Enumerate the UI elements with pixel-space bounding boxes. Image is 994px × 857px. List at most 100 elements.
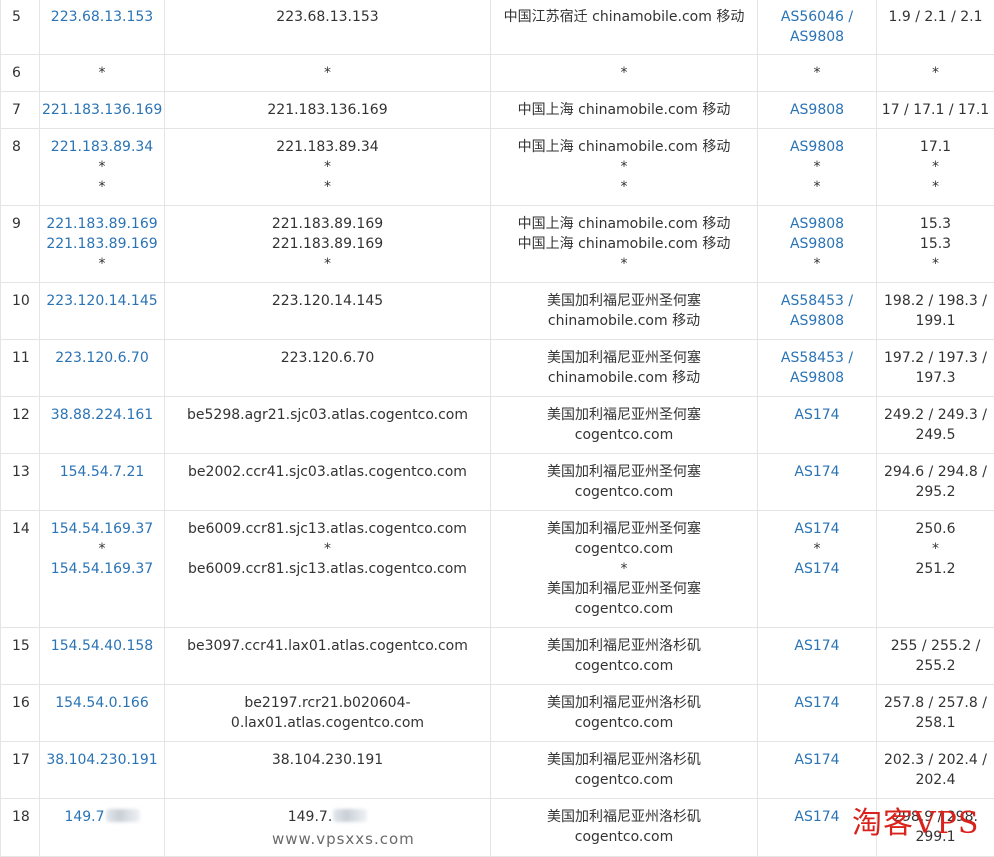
hop-ip-link[interactable]: 154.54.0.166 <box>42 693 162 713</box>
hop-asn-link[interactable]: AS9808 <box>760 27 874 47</box>
hop-location-cell: 美国加利福尼亚州圣何塞cogentco.com <box>491 454 758 511</box>
hop-asn-link[interactable]: AS174 <box>760 519 874 539</box>
hop-asn-link[interactable]: AS56046 / <box>760 7 874 27</box>
hop-latency-cell: 249.2 / 249.3 /249.5 <box>877 397 994 454</box>
hop-hostname-cell: 221.183.89.34** <box>165 129 491 206</box>
hop-ip-link[interactable]: 223.68.13.153 <box>42 7 162 27</box>
hop-latency-text: 198.2 / 198.3 / <box>879 291 992 311</box>
hop-latency-cell: 15.315.3* <box>877 206 994 283</box>
hop-ip-link[interactable]: 221.183.89.169 <box>42 214 162 234</box>
hop-ip-link[interactable]: 149.7 <box>64 809 104 825</box>
hop-asn-link[interactable]: AS174 <box>760 693 874 713</box>
hop-asn-link[interactable]: AS9808 <box>760 137 874 157</box>
hop-asn-text: * <box>760 157 874 177</box>
table-row: 7221.183.136.169221.183.136.169中国上海 chin… <box>1 92 994 129</box>
traceroute-table-body: 5223.68.13.153223.68.13.153中国江苏宿迁 chinam… <box>1 0 994 857</box>
hop-hostname-text: * <box>167 157 488 177</box>
hop-hostname-cell: 223.120.14.145 <box>165 283 491 340</box>
traceroute-table: 5223.68.13.153223.68.13.153中国江苏宿迁 chinam… <box>0 0 994 857</box>
table-row: 13154.54.7.21be2002.ccr41.sjc03.atlas.co… <box>1 454 994 511</box>
hop-ip-link[interactable]: 221.183.89.34 <box>42 137 162 157</box>
hop-location-text: 美国加利福尼亚州洛杉矶 <box>493 750 755 770</box>
hop-asn-link[interactable]: AS9808 <box>760 100 874 120</box>
hop-asn-link[interactable]: AS9808 <box>760 234 874 254</box>
hop-ip-link[interactable]: 38.104.230.191 <box>42 750 162 770</box>
hop-latency-cell: 250.6*251.2 <box>877 511 994 628</box>
hop-latency-text: 197.2 / 197.3 / <box>879 348 992 368</box>
hop-asn-cell: AS174 <box>758 454 877 511</box>
hop-asn-cell: AS174 <box>758 397 877 454</box>
hop-ip-cell: 154.54.40.158 <box>40 628 165 685</box>
table-row: 1238.88.224.161be5298.agr21.sjc03.atlas.… <box>1 397 994 454</box>
hop-ip-link[interactable]: 154.54.169.37 <box>42 519 162 539</box>
hop-location-text: 中国上海 chinamobile.com 移动 <box>493 137 755 157</box>
hop-ip-cell: 221.183.89.169221.183.89.169* <box>40 206 165 283</box>
watermark-logo: 淘客VPS <box>852 798 979 842</box>
hop-asn-link[interactable]: AS174 <box>760 559 874 579</box>
hop-location-text: 美国加利福尼亚州洛杉矶 <box>493 807 755 827</box>
hop-ip-link[interactable]: 154.54.7.21 <box>42 462 162 482</box>
hop-latency-text: * <box>879 254 992 274</box>
hop-latency-text: 257.8 / 257.8 / <box>879 693 992 713</box>
hop-latency-text: 202.4 <box>879 770 992 790</box>
hop-latency-text: 251.2 <box>879 559 992 579</box>
hop-location-text: 美国加利福尼亚州圣何塞 <box>493 348 755 368</box>
table-row: 11223.120.6.70223.120.6.70美国加利福尼亚州圣何塞chi… <box>1 340 994 397</box>
hop-asn-cell: AS58453 /AS9808 <box>758 340 877 397</box>
hop-latency-cell: 197.2 / 197.3 /197.3 <box>877 340 994 397</box>
hop-ip-link[interactable]: 221.183.89.169 <box>42 234 162 254</box>
hop-ip-link[interactable]: 154.54.169.37 <box>42 559 162 579</box>
hop-ip-link[interactable]: 154.54.40.158 <box>42 636 162 656</box>
hop-ip-link[interactable]: 38.88.224.161 <box>42 405 162 425</box>
hop-location-cell: 美国加利福尼亚州圣何塞chinamobile.com 移动 <box>491 283 758 340</box>
hop-ip-link[interactable]: 223.120.14.145 <box>42 291 162 311</box>
hop-hostname-cell: 223.120.6.70 <box>165 340 491 397</box>
hop-latency-cell: 202.3 / 202.4 /202.4 <box>877 742 994 799</box>
hop-hostname-text: 223.68.13.153 <box>167 7 488 27</box>
hop-latency-text: 202.3 / 202.4 / <box>879 750 992 770</box>
hop-hostname-cell: 221.183.136.169 <box>165 92 491 129</box>
hop-asn-link[interactable]: AS9808 <box>760 311 874 331</box>
hop-latency-text: 258.1 <box>879 713 992 733</box>
hop-asn-link[interactable]: AS174 <box>760 462 874 482</box>
hop-latency-text: * <box>879 177 992 197</box>
table-row: 18149.7149.7.美国加利福尼亚州洛杉矶cogentco.comAS17… <box>1 799 994 857</box>
hop-hostname-text: * <box>167 254 488 274</box>
hop-location-text: 美国加利福尼亚州圣何塞 <box>493 405 755 425</box>
hop-ip-link[interactable]: 221.183.136.169 <box>42 100 162 120</box>
table-row: 14154.54.169.37*154.54.169.37be6009.ccr8… <box>1 511 994 628</box>
hop-hostname-text: 223.120.6.70 <box>167 348 488 368</box>
hop-location-text: cogentco.com <box>493 770 755 790</box>
hop-ip-cell: 154.54.169.37*154.54.169.37 <box>40 511 165 628</box>
hop-location-cell: 美国加利福尼亚州洛杉矶cogentco.com <box>491 742 758 799</box>
hop-hostname-text: 221.183.89.169 <box>167 234 488 254</box>
hop-location-cell: 中国上海 chinamobile.com 移动中国上海 chinamobile.… <box>491 206 758 283</box>
hop-asn-link[interactable]: AS174 <box>760 405 874 425</box>
hop-ip-link[interactable]: 223.120.6.70 <box>42 348 162 368</box>
hop-location-cell: * <box>491 55 758 92</box>
hop-latency-cell: 198.2 / 198.3 /199.1 <box>877 283 994 340</box>
hop-hostname-cell: 223.68.13.153 <box>165 0 491 55</box>
redacted-blur <box>333 809 367 822</box>
hop-number: 15 <box>1 628 40 685</box>
hop-location-text: * <box>493 157 755 177</box>
hop-location-text: 中国上海 chinamobile.com 移动 <box>493 234 755 254</box>
hop-asn-cell: AS9808AS9808* <box>758 206 877 283</box>
hop-location-text: cogentco.com <box>493 539 755 559</box>
hop-location-text: 美国加利福尼亚州圣何塞 <box>493 579 755 599</box>
hop-ip-text: * <box>42 157 162 177</box>
hop-asn-link[interactable]: AS174 <box>760 636 874 656</box>
hop-asn-link[interactable]: AS58453 / <box>760 348 874 368</box>
hop-number: 7 <box>1 92 40 129</box>
hop-hostname-text: * <box>167 177 488 197</box>
hop-latency-text: 199.1 <box>879 311 992 331</box>
hop-location-cell: 美国加利福尼亚州洛杉矶cogentco.com <box>491 628 758 685</box>
hop-asn-link[interactable]: AS9808 <box>760 368 874 388</box>
hop-latency-cell: 17 / 17.1 / 17.1 <box>877 92 994 129</box>
hop-asn-link[interactable]: AS174 <box>760 750 874 770</box>
hop-asn-link[interactable]: AS58453 / <box>760 291 874 311</box>
hop-asn-cell: * <box>758 55 877 92</box>
hop-location-cell: 中国上海 chinamobile.com 移动 <box>491 92 758 129</box>
hop-asn-link[interactable]: AS9808 <box>760 214 874 234</box>
hop-ip-text: * <box>42 539 162 559</box>
